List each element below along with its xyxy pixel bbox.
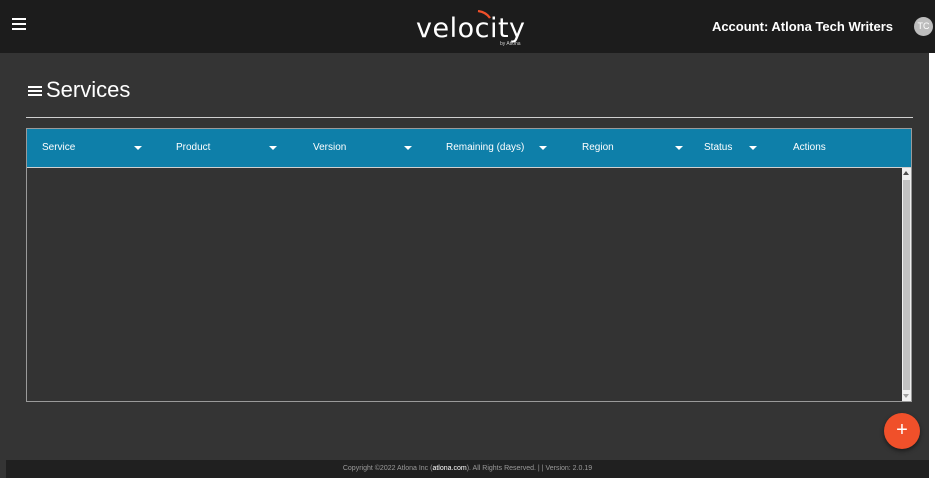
list-icon [28,86,42,98]
table-header: Service Product Version Remaining (days)… [27,129,911,168]
column-header-region[interactable]: Region [582,129,614,167]
column-header-service[interactable]: Service [42,129,75,167]
brand-subtitle: by Atlona [500,41,521,47]
sort-caret-icon[interactable] [404,146,412,150]
column-header-remaining-days[interactable]: Remaining (days) [446,129,524,167]
window-edge [929,53,935,478]
atlona-link[interactable]: atlona.com [432,465,466,472]
scroll-down-arrow-icon[interactable] [903,394,909,398]
copyright-text: Copyright ©2022 Atlona Inc ( [342,465,433,472]
scroll-up-arrow-icon[interactable] [903,171,909,175]
column-label: Product [176,142,211,153]
column-label: Actions [793,142,826,153]
column-label: Remaining (days) [446,142,525,153]
services-table: Service Product Version Remaining (days)… [26,128,912,402]
column-label: Status [704,142,733,153]
sort-caret-icon[interactable] [749,146,757,150]
sort-caret-icon[interactable] [539,146,547,150]
sort-caret-icon[interactable] [269,146,277,150]
account-label: Account: Atlona Tech Writers [711,19,893,34]
column-header-status[interactable]: Status [704,129,732,167]
column-header-product[interactable]: Product [176,129,210,167]
footer: Copyright ©2022 Atlona Inc (atlona.com).… [6,460,929,478]
avatar[interactable]: TC [914,17,933,36]
page-title: Services [46,77,131,102]
column-label: Version [313,142,347,153]
plus-icon: + [896,419,908,441]
top-bar: velocity by Atlona Account: Atlona Tech … [0,0,935,53]
vertical-scrollbar[interactable] [902,168,911,401]
title-divider [26,117,913,118]
column-label: Region [582,142,614,153]
sort-caret-icon[interactable] [675,146,683,150]
scrollbar-thumb[interactable] [903,180,910,390]
sort-caret-icon[interactable] [134,146,142,150]
column-header-actions: Actions [793,129,826,167]
column-header-version[interactable]: Version [313,129,346,167]
velocity-logo: velocity by Atlona [414,10,538,50]
column-label: Service [42,142,76,153]
menu-icon[interactable] [12,18,26,34]
add-service-button[interactable]: + [884,413,920,449]
version-text: ). All Rights Reserved. | | Version: 2.0… [466,465,593,472]
